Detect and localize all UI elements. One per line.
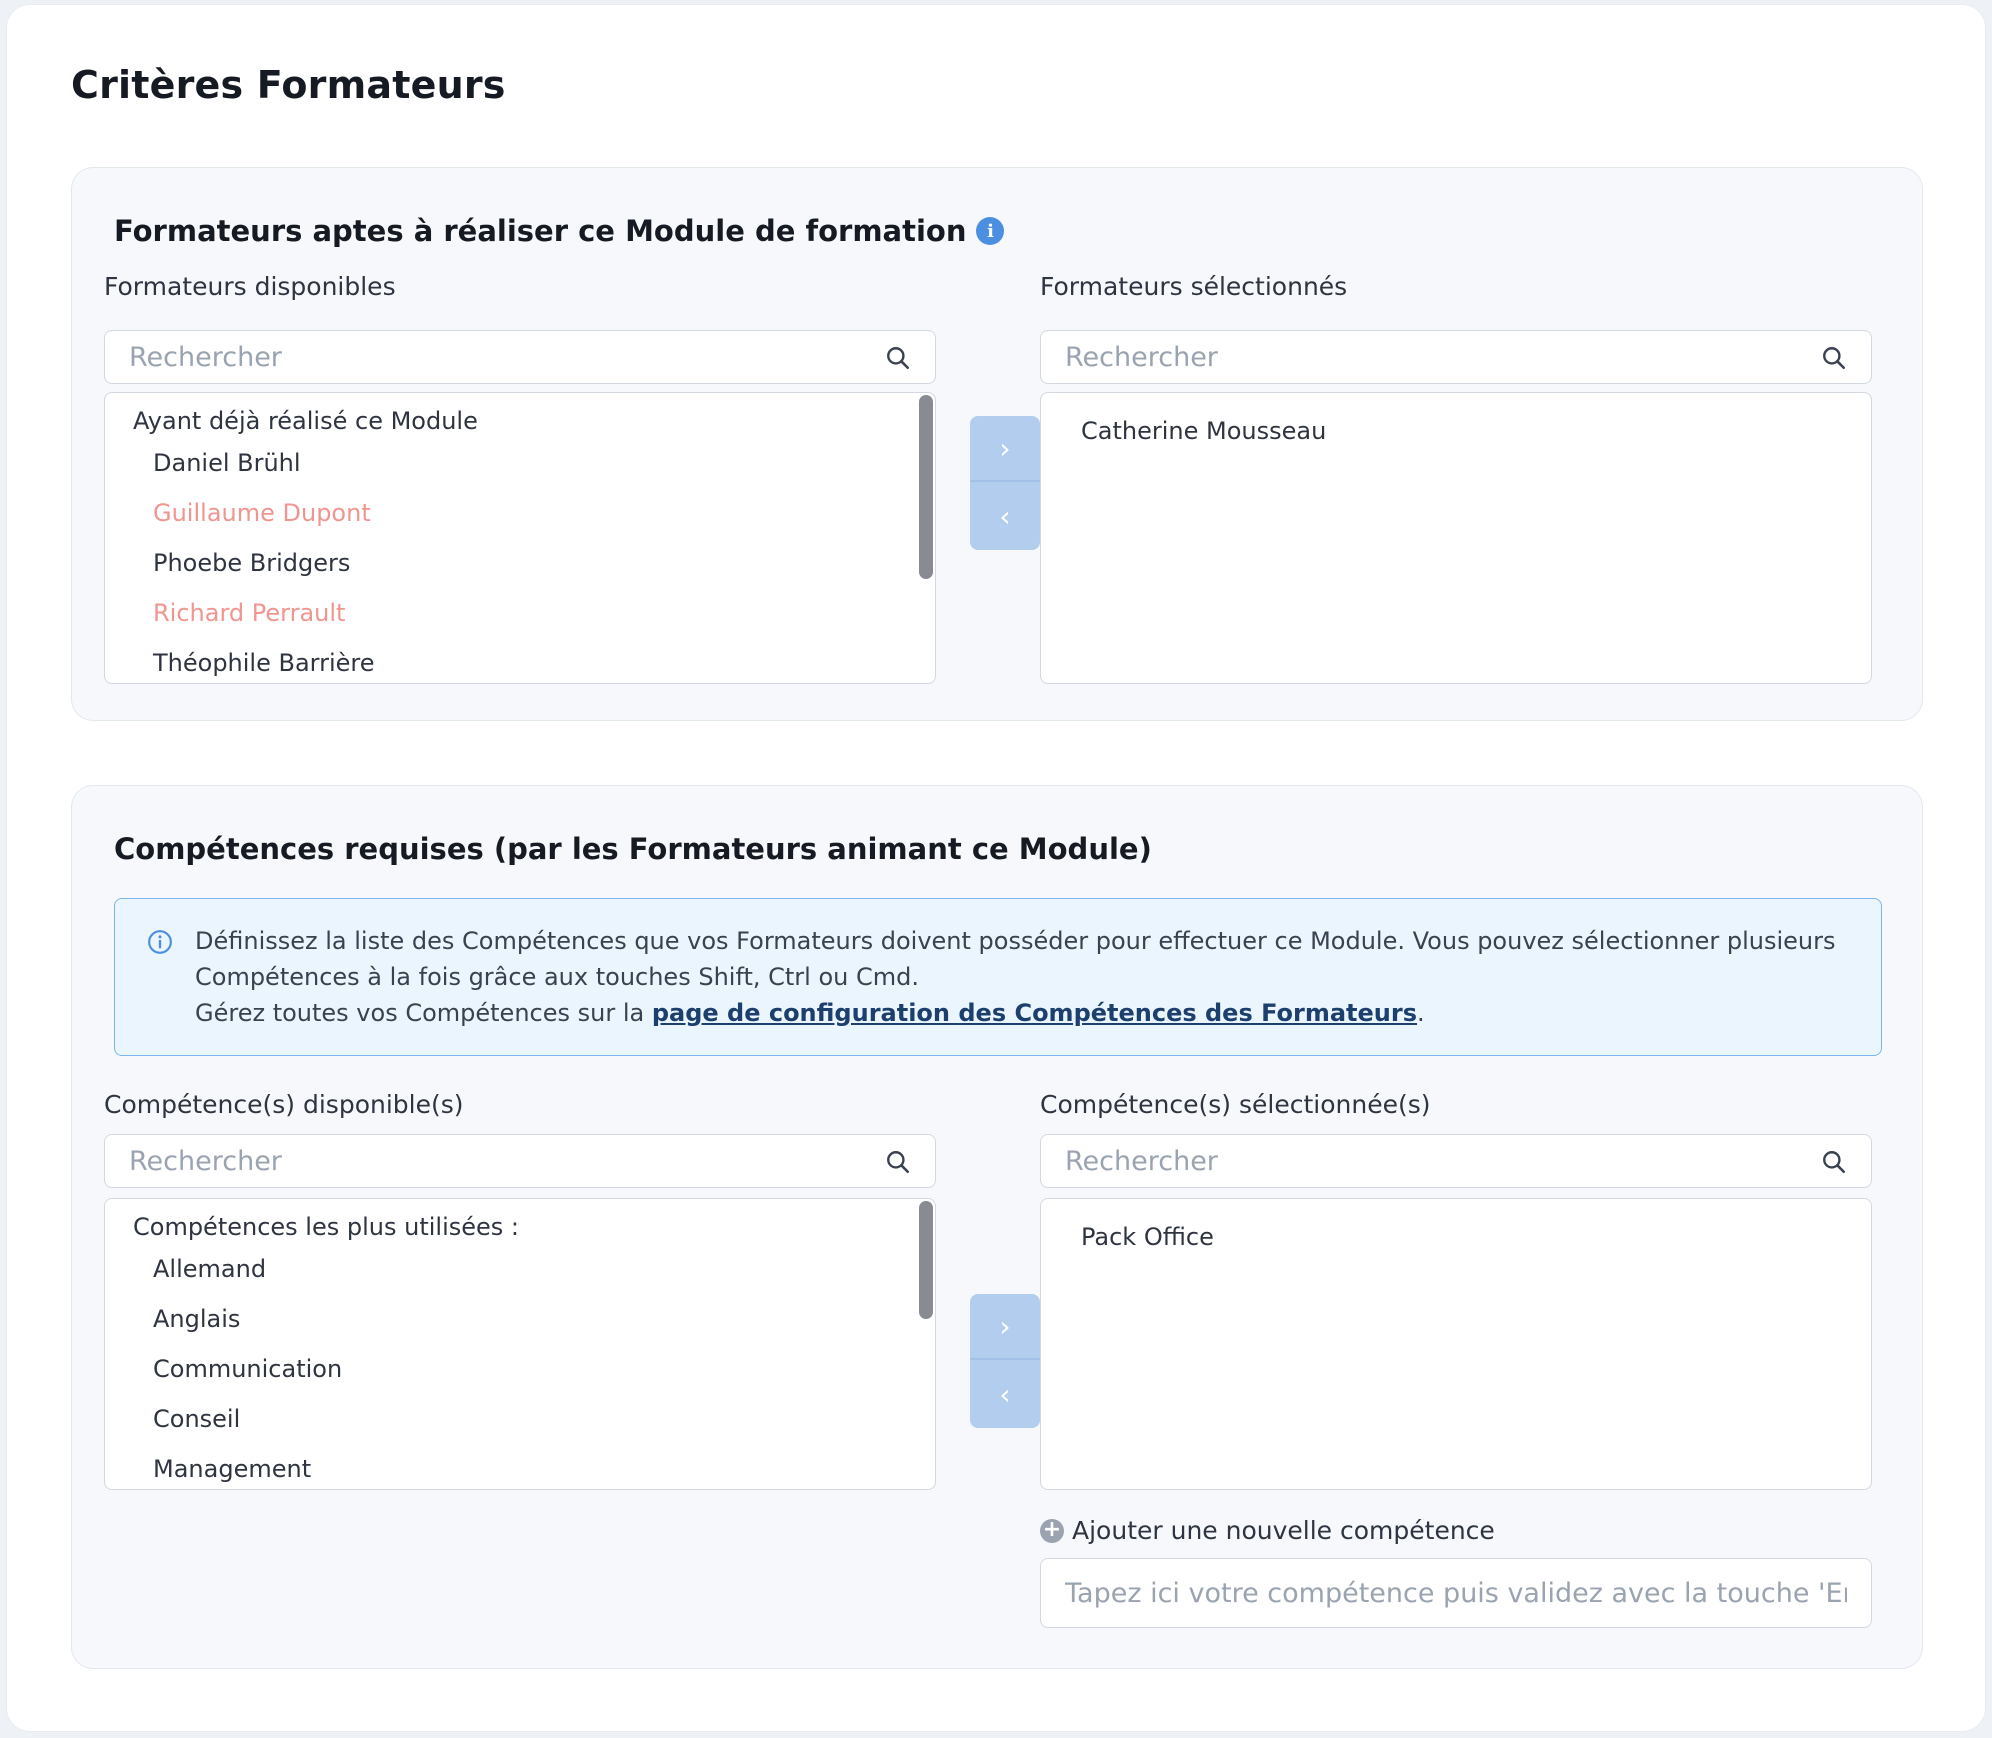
trainers-title-text: Formateurs aptes à réaliser ce Module de…: [114, 214, 967, 248]
available-trainers-search[interactable]: [104, 330, 936, 384]
move-left-button[interactable]: ‹: [970, 483, 1040, 549]
move-left-button[interactable]: ‹: [970, 1361, 1040, 1427]
scrollbar[interactable]: [919, 393, 933, 683]
skills-section-title: Compétences requises (par les Formateurs…: [114, 832, 1152, 866]
selected-trainers-search-input[interactable]: [1041, 331, 1871, 383]
available-trainers-label: Formateurs disponibles: [104, 272, 396, 301]
list-item[interactable]: Daniel Brühl: [153, 449, 301, 477]
list-item[interactable]: Communication: [153, 1355, 342, 1383]
add-skill-row[interactable]: + Ajouter une nouvelle compétence: [1040, 1516, 1495, 1545]
available-skills-search-input[interactable]: [105, 1135, 935, 1187]
trainers-section: Formateurs aptes à réaliser ce Module de…: [71, 167, 1923, 721]
page-title: Critères Formateurs: [71, 63, 506, 107]
list-item[interactable]: Pack Office: [1081, 1223, 1214, 1251]
selected-skills-label: Compétence(s) sélectionnée(s): [1040, 1090, 1431, 1119]
list-item[interactable]: Conseil: [153, 1405, 240, 1433]
move-right-button[interactable]: ›: [970, 416, 1040, 482]
list-item[interactable]: Catherine Mousseau: [1081, 417, 1326, 445]
list-item[interactable]: Guillaume Dupont: [153, 499, 371, 527]
info-banner: Définissez la liste des Compétences que …: [114, 898, 1882, 1056]
list-item[interactable]: Théophile Barrière: [153, 649, 375, 677]
available-skills-list[interactable]: Compétences les plus utilisées : Alleman…: [104, 1198, 936, 1490]
new-skill-field[interactable]: [1040, 1558, 1872, 1628]
scroll-thumb[interactable]: [919, 1201, 933, 1319]
banner-text-suffix: .: [1417, 999, 1425, 1027]
search-icon: [1823, 1151, 1846, 1174]
available-skills-label: Compétence(s) disponible(s): [104, 1090, 464, 1119]
search-icon: [1823, 347, 1846, 370]
list-group-label: Ayant déjà réalisé ce Module: [133, 407, 478, 435]
new-skill-input[interactable]: [1041, 1559, 1871, 1627]
list-item[interactable]: Management: [153, 1455, 311, 1483]
add-skill-label[interactable]: Ajouter une nouvelle compétence: [1072, 1516, 1495, 1545]
scrollbar[interactable]: [919, 1199, 933, 1489]
search-icon: [887, 347, 910, 370]
skills-move-buttons: › ‹: [970, 1294, 1040, 1428]
selected-skills-search-input[interactable]: [1041, 1135, 1871, 1187]
info-icon: [148, 930, 172, 954]
skills-config-link[interactable]: page de configuration des Compétences de…: [652, 999, 1417, 1027]
list-item[interactable]: Anglais: [153, 1305, 240, 1333]
available-skills-search[interactable]: [104, 1134, 936, 1188]
selected-skills-search[interactable]: [1040, 1134, 1872, 1188]
scroll-thumb[interactable]: [919, 395, 933, 579]
trainers-move-buttons: › ‹: [970, 416, 1040, 550]
banner-text: Définissez la liste des Compétences que …: [195, 923, 1855, 1031]
list-item[interactable]: Richard Perrault: [153, 599, 345, 627]
selected-trainers-search[interactable]: [1040, 330, 1872, 384]
list-item[interactable]: Allemand: [153, 1255, 266, 1283]
selected-trainers-label: Formateurs sélectionnés: [1040, 272, 1348, 301]
plus-circle-icon: +: [1040, 1518, 1064, 1543]
banner-text-prefix: Gérez toutes vos Compétences sur la: [195, 999, 652, 1027]
search-icon: [887, 1151, 910, 1174]
selected-trainers-list[interactable]: Catherine Mousseau: [1040, 392, 1872, 684]
available-trainers-list[interactable]: Ayant déjà réalisé ce Module Daniel Brüh…: [104, 392, 936, 684]
trainers-section-title: Formateurs aptes à réaliser ce Module de…: [114, 214, 1005, 248]
criteria-card: Critères Formateurs Formateurs aptes à r…: [6, 4, 1986, 1732]
list-item[interactable]: Phoebe Bridgers: [153, 549, 350, 577]
list-group-label: Compétences les plus utilisées :: [133, 1213, 519, 1241]
info-icon[interactable]: i: [976, 217, 1005, 245]
banner-text-line-1: Définissez la liste des Compétences que …: [195, 927, 1836, 991]
available-trainers-search-input[interactable]: [105, 331, 935, 383]
selected-skills-list[interactable]: Pack Office: [1040, 1198, 1872, 1490]
skills-section: Compétences requises (par les Formateurs…: [71, 785, 1923, 1669]
move-right-button[interactable]: ›: [970, 1294, 1040, 1360]
